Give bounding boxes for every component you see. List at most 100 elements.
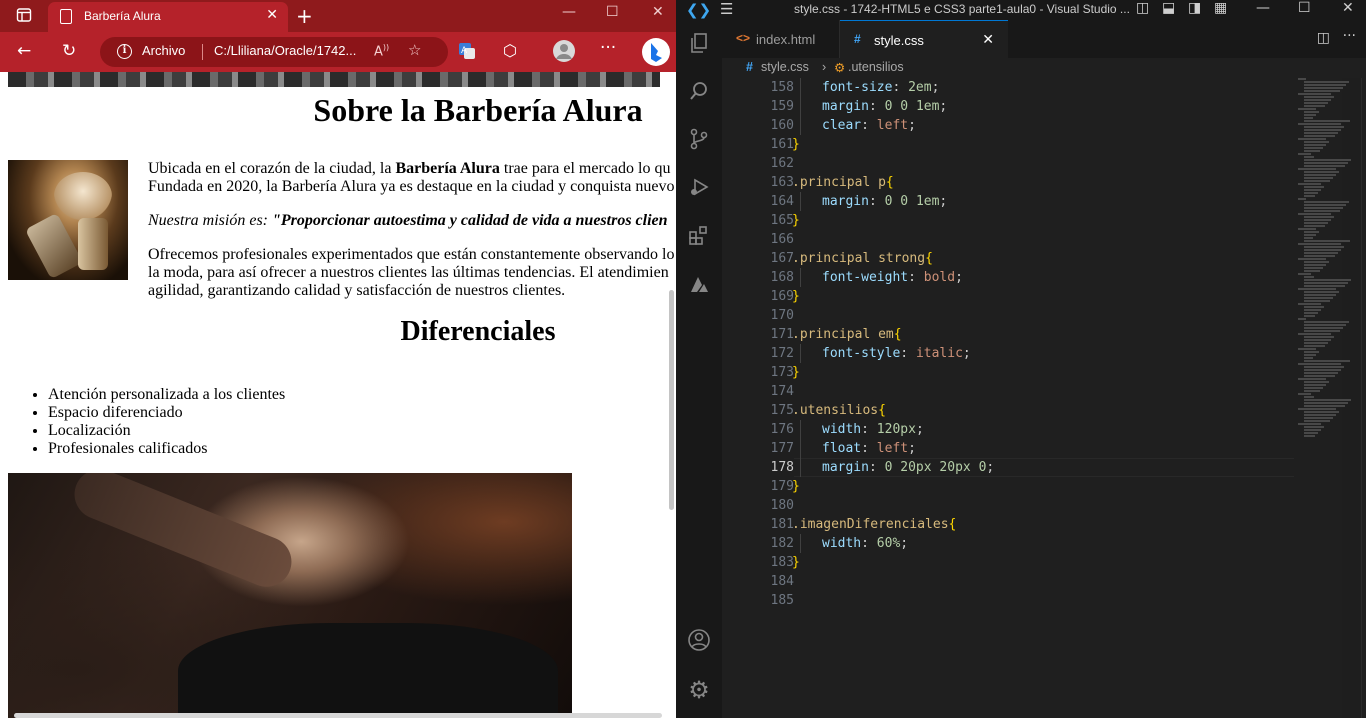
sidebar-icon[interactable]	[16, 7, 32, 27]
settings-gear-icon[interactable]: ⚙	[676, 676, 722, 704]
code-line[interactable]: .utensilios{	[792, 401, 886, 420]
run-debug-icon[interactable]	[676, 176, 722, 204]
line-number: 165	[770, 213, 794, 228]
code-line[interactable]: }	[792, 287, 800, 306]
paragraph-mission: Nuestra misión es: "Proporcionar autoest…	[148, 212, 676, 230]
favorites-icon[interactable]: ☆	[408, 41, 421, 59]
line-number: 180	[770, 498, 794, 513]
code-line[interactable]: clear: left;	[822, 116, 916, 135]
minimap-line	[1304, 327, 1343, 329]
new-tab-icon[interactable]: +	[296, 4, 313, 28]
toggle-primary-sidebar-icon[interactable]: ◫	[1136, 0, 1149, 16]
code-line[interactable]: }	[792, 135, 800, 154]
close-icon[interactable]: ✕	[982, 31, 994, 48]
code-line[interactable]: .principal strong{	[792, 249, 933, 268]
minimap-line	[1304, 279, 1351, 281]
menu-icon[interactable]: ☰	[720, 0, 733, 18]
breadcrumb-file[interactable]: style.css	[761, 60, 809, 74]
minimap-line	[1298, 288, 1336, 290]
indent-guide	[800, 534, 801, 553]
indent-guide	[800, 420, 801, 477]
minimap-line	[1304, 207, 1343, 209]
minimize-icon[interactable]: —	[562, 4, 576, 20]
customize-layout-icon[interactable]: ▦	[1214, 0, 1227, 16]
header-image	[8, 72, 660, 87]
code-editor[interactable]: 158 font-size: 2em; 159 margin: 0 0 1em; 160…	[722, 78, 1342, 718]
tab-label: style.css	[874, 33, 924, 48]
code-line[interactable]: width: 120px;	[822, 420, 924, 439]
translate-icon[interactable]: A	[458, 42, 476, 65]
extensions-icon[interactable]: ⬡	[503, 41, 517, 60]
minimap-line	[1304, 189, 1321, 191]
minimap-line	[1304, 96, 1334, 98]
browser-tab-active[interactable]: Barbería Alura ✕	[48, 2, 288, 32]
minimap-line	[1304, 312, 1318, 314]
close-window-icon[interactable]: ✕	[1342, 0, 1354, 16]
code-line[interactable]: font-style: italic;	[822, 344, 971, 363]
minimap-line	[1304, 420, 1330, 422]
code-line[interactable]: float: left;	[822, 439, 916, 458]
minimap-line	[1304, 156, 1314, 158]
minimap-line	[1298, 108, 1316, 110]
maximize-icon[interactable]: ☐	[1298, 0, 1311, 16]
horizontal-scrollbar[interactable]	[14, 713, 662, 718]
tab-style-css[interactable]: # style.css ✕	[840, 20, 1008, 58]
refresh-icon[interactable]: ↻	[62, 41, 76, 61]
code-line[interactable]: .principal em{	[792, 325, 902, 344]
code-line[interactable]: font-weight: bold;	[822, 268, 963, 287]
minimap-line	[1304, 99, 1331, 101]
more-icon[interactable]: ···	[1343, 28, 1356, 44]
extensions-icon[interactable]	[676, 224, 722, 252]
bing-icon[interactable]	[641, 37, 671, 72]
toggle-secondary-sidebar-icon[interactable]: ◨	[1188, 0, 1201, 16]
code-line[interactable]: width: 60%;	[822, 534, 908, 553]
minimap-line	[1304, 330, 1340, 332]
code-line[interactable]: }	[792, 363, 800, 382]
address-url[interactable]: C:/Lliliana/Oracle/1742...	[214, 43, 356, 58]
close-icon[interactable]: ✕	[266, 7, 278, 23]
azure-icon[interactable]	[676, 274, 722, 302]
explorer-icon[interactable]	[676, 32, 722, 60]
minimap-line	[1298, 273, 1311, 275]
more-icon[interactable]: ···	[600, 38, 616, 58]
chevron-right-icon: ›	[822, 60, 827, 74]
editor-scrollbar[interactable]	[1361, 78, 1366, 718]
vertical-scrollbar[interactable]	[669, 290, 674, 510]
code-line[interactable]: }	[792, 477, 800, 496]
line-number: 166	[770, 232, 794, 247]
activity-bar: ⚙	[676, 20, 722, 718]
split-editor-icon[interactable]: ◫	[1317, 30, 1330, 46]
account-icon[interactable]	[676, 628, 722, 658]
source-control-icon[interactable]	[676, 128, 722, 156]
line-number: 164	[770, 194, 794, 209]
breadcrumb-symbol[interactable]: .utensilios	[848, 60, 904, 74]
browser-tab-bar: Barbería Alura ✕ + — ☐ ✕	[0, 0, 676, 32]
minimap-line	[1304, 261, 1329, 263]
code-line[interactable]: }	[792, 211, 800, 230]
minimize-icon[interactable]: —	[1256, 0, 1270, 16]
close-window-icon[interactable]: ✕	[652, 4, 664, 20]
address-protocol: Archivo	[142, 43, 186, 58]
search-icon[interactable]	[676, 80, 722, 108]
code-line[interactable]: margin: 0 0 1em;	[822, 97, 947, 116]
info-icon[interactable]: i	[117, 44, 132, 59]
code-line[interactable]: .imagenDiferenciales{	[792, 515, 956, 534]
minimap-line	[1304, 165, 1345, 167]
address-bar[interactable]: i Archivo C:/Lliliana/Oracle/1742... A))…	[100, 37, 448, 67]
back-icon[interactable]: ←	[17, 41, 31, 61]
tab-index-html[interactable]: <> index.html	[722, 20, 840, 58]
read-aloud-icon[interactable]: A))	[374, 43, 389, 59]
code-line[interactable]: }	[792, 553, 800, 572]
code-line[interactable]: font-size: 2em;	[822, 78, 939, 97]
editor-tabs: <> index.html # style.css ✕ ◫ ···	[722, 20, 1366, 58]
maximize-icon[interactable]: ☐	[606, 4, 619, 20]
minimap-line	[1304, 102, 1328, 104]
code-line[interactable]: margin: 0 0 1em;	[822, 192, 947, 211]
minimap-line	[1304, 309, 1321, 311]
indent-guide	[800, 268, 801, 287]
code-line[interactable]: .principal p{	[792, 173, 894, 192]
code-line[interactable]: margin: 0 20px 20px 0;	[822, 458, 994, 477]
toggle-panel-icon[interactable]: ⬓	[1162, 0, 1175, 16]
profile-icon[interactable]	[552, 39, 576, 68]
minimap[interactable]	[1294, 78, 1366, 458]
